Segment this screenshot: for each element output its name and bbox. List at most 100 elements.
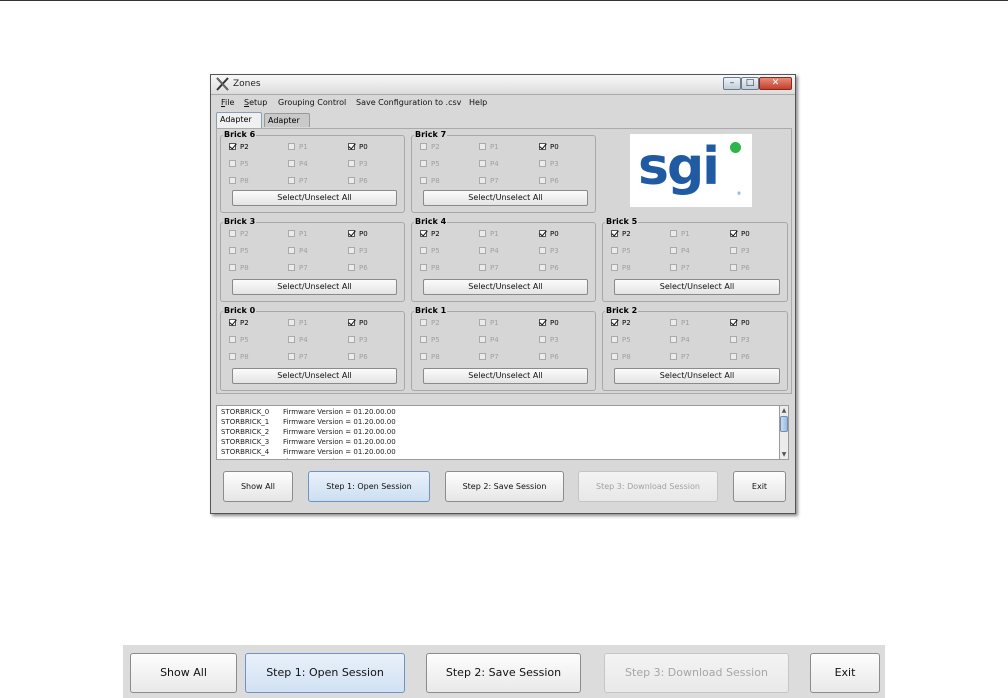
maximize-button[interactable]: □ <box>741 77 759 90</box>
unchecked-box-icon[interactable] <box>229 264 236 271</box>
tab-adapter-0[interactable]: Adapter 0 <box>216 112 262 138</box>
port-checkbox[interactable]: P7 <box>288 177 308 186</box>
tab-adapter-1[interactable]: Adapter 1 <box>264 113 310 139</box>
unchecked-box-icon[interactable] <box>229 247 236 254</box>
unchecked-box-icon[interactable] <box>229 177 236 184</box>
unchecked-box-icon[interactable] <box>288 264 295 271</box>
port-checkbox[interactable]: P7 <box>479 264 499 273</box>
port-checkbox[interactable]: P6 <box>539 177 559 186</box>
unchecked-box-icon[interactable] <box>288 230 295 237</box>
port-checkbox[interactable]: P8 <box>611 264 631 273</box>
unchecked-box-icon[interactable] <box>730 336 737 343</box>
unchecked-box-icon[interactable] <box>479 264 486 271</box>
unchecked-box-icon[interactable] <box>479 143 486 150</box>
port-checkbox[interactable]: P2 <box>611 230 631 239</box>
select-unselect-all-button[interactable]: Select/Unselect All <box>232 368 397 384</box>
port-checkbox[interactable]: P5 <box>229 247 249 256</box>
port-checkbox[interactable]: P7 <box>479 177 499 186</box>
unchecked-box-icon[interactable] <box>420 160 427 167</box>
select-unselect-all-button[interactable]: Select/Unselect All <box>423 279 588 295</box>
port-checkbox[interactable]: P6 <box>539 353 559 362</box>
port-checkbox[interactable]: P3 <box>539 247 559 256</box>
unchecked-box-icon[interactable] <box>288 160 295 167</box>
port-checkbox[interactable]: P4 <box>288 336 308 345</box>
port-checkbox[interactable]: P2 <box>229 319 249 328</box>
port-checkbox[interactable]: P0 <box>539 230 559 239</box>
port-checkbox[interactable]: P3 <box>539 336 559 345</box>
unchecked-box-icon[interactable] <box>229 230 236 237</box>
select-unselect-all-button[interactable]: Select/Unselect All <box>423 190 588 206</box>
port-checkbox[interactable]: P0 <box>348 230 368 239</box>
unchecked-box-icon[interactable] <box>288 247 295 254</box>
port-checkbox[interactable]: P8 <box>420 264 440 273</box>
unchecked-box-icon[interactable] <box>479 319 486 326</box>
unchecked-box-icon[interactable] <box>288 336 295 343</box>
port-checkbox[interactable]: P8 <box>420 177 440 186</box>
port-checkbox[interactable]: P5 <box>420 160 440 169</box>
close-button[interactable]: ✕ <box>759 77 792 90</box>
port-checkbox[interactable]: P4 <box>479 160 499 169</box>
unchecked-box-icon[interactable] <box>420 353 427 360</box>
select-unselect-all-button[interactable]: Select/Unselect All <box>614 279 780 295</box>
unchecked-box-icon[interactable] <box>420 319 427 326</box>
select-unselect-all-button[interactable]: Select/Unselect All <box>614 368 780 384</box>
unchecked-box-icon[interactable] <box>420 247 427 254</box>
unchecked-box-icon[interactable] <box>670 264 677 271</box>
port-checkbox[interactable]: P2 <box>420 143 440 152</box>
port-checkbox[interactable]: P8 <box>611 353 631 362</box>
log-output[interactable]: STORBRICK_0 Firmware Version = 01.20.00.0… <box>216 405 784 460</box>
unchecked-box-icon[interactable] <box>611 247 618 254</box>
select-unselect-all-button[interactable]: Select/Unselect All <box>232 279 397 295</box>
port-checkbox[interactable]: P2 <box>229 143 249 152</box>
port-checkbox[interactable]: P0 <box>539 143 559 152</box>
unchecked-box-icon[interactable] <box>288 177 295 184</box>
port-checkbox[interactable]: P0 <box>730 319 750 328</box>
unchecked-box-icon[interactable] <box>670 319 677 326</box>
select-unselect-all-button[interactable]: Select/Unselect All <box>232 190 397 206</box>
unchecked-box-icon[interactable] <box>670 336 677 343</box>
unchecked-box-icon[interactable] <box>670 230 677 237</box>
menu-save-configuration[interactable]: Save Configuration to .csv <box>356 98 461 107</box>
unchecked-box-icon[interactable] <box>420 177 427 184</box>
unchecked-box-icon[interactable] <box>611 336 618 343</box>
unchecked-box-icon[interactable] <box>348 353 355 360</box>
port-checkbox[interactable]: P4 <box>670 247 690 256</box>
port-checkbox[interactable]: P1 <box>288 143 308 152</box>
show-all-button[interactable]: Show All <box>223 471 293 502</box>
port-checkbox[interactable]: P1 <box>479 230 499 239</box>
unchecked-box-icon[interactable] <box>611 353 618 360</box>
port-checkbox[interactable]: P5 <box>420 247 440 256</box>
menu-grouping-control[interactable]: Grouping Control <box>278 98 346 107</box>
unchecked-box-icon[interactable] <box>229 353 236 360</box>
unchecked-box-icon[interactable] <box>348 247 355 254</box>
port-checkbox[interactable]: P7 <box>670 353 690 362</box>
port-checkbox[interactable]: P3 <box>730 336 750 345</box>
scroll-thumb[interactable] <box>780 416 788 432</box>
port-checkbox[interactable]: P5 <box>229 336 249 345</box>
port-checkbox[interactable]: P3 <box>348 336 368 345</box>
unchecked-box-icon[interactable] <box>539 247 546 254</box>
menu-file[interactable]: File <box>221 98 234 107</box>
open-session-button-zoomed[interactable]: Step 1: Open Session <box>245 653 405 693</box>
port-checkbox[interactable]: P4 <box>288 160 308 169</box>
unchecked-box-icon[interactable] <box>539 336 546 343</box>
checked-box-icon[interactable] <box>539 319 546 326</box>
port-checkbox[interactable]: P6 <box>730 353 750 362</box>
port-checkbox[interactable]: P8 <box>229 177 249 186</box>
unchecked-box-icon[interactable] <box>479 336 486 343</box>
port-checkbox[interactable]: P6 <box>348 177 368 186</box>
title-bar[interactable]: Zones – □ ✕ <box>211 75 795 95</box>
menu-setup[interactable]: Setup <box>244 98 267 107</box>
checked-box-icon[interactable] <box>229 319 236 326</box>
unchecked-box-icon[interactable] <box>539 160 546 167</box>
unchecked-box-icon[interactable] <box>670 247 677 254</box>
port-checkbox[interactable]: P2 <box>420 319 440 328</box>
show-all-button-zoomed[interactable]: Show All <box>130 653 237 693</box>
port-checkbox[interactable]: P3 <box>730 247 750 256</box>
port-checkbox[interactable]: P7 <box>288 264 308 273</box>
port-checkbox[interactable]: P8 <box>420 353 440 362</box>
port-checkbox[interactable]: P6 <box>730 264 750 273</box>
unchecked-box-icon[interactable] <box>730 247 737 254</box>
unchecked-box-icon[interactable] <box>420 143 427 150</box>
unchecked-box-icon[interactable] <box>348 336 355 343</box>
